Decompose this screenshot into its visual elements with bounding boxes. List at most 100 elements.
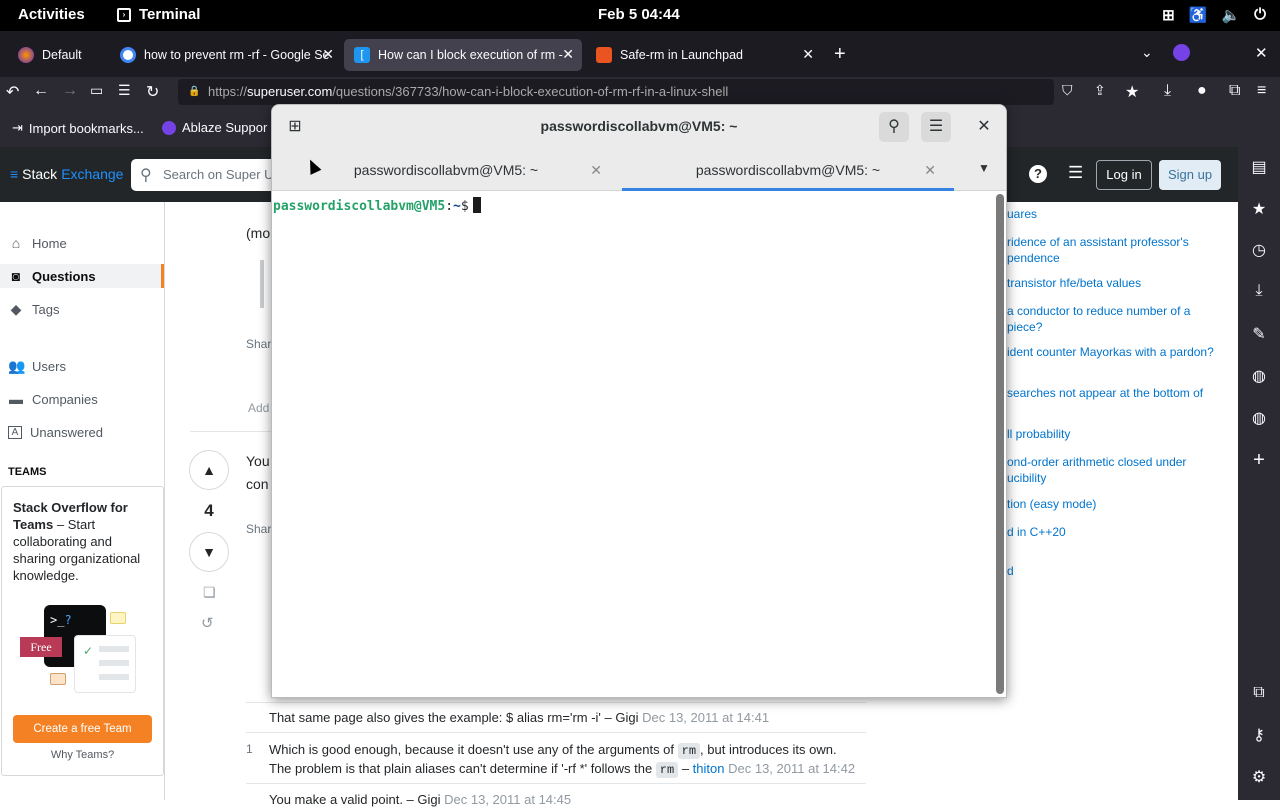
why-teams-link[interactable]: Why Teams? — [2, 749, 163, 761]
menu-icon[interactable]: ≡ — [1257, 82, 1266, 100]
sidebar-globe-icon[interactable]: ◍ — [1249, 366, 1269, 386]
nav-label: Home — [32, 235, 67, 251]
window-close-icon[interactable]: ✕ — [1255, 44, 1268, 62]
terminal-output[interactable]: passwordiscollabvm@VM5:~$ — [272, 192, 996, 697]
bookmarks-menu-icon[interactable]: ☰ — [118, 82, 131, 99]
left-sidebar: ⌂ Home ◙ Questions ◆ Tags 👥 Users ▬ Companies… — [0, 202, 165, 800]
close-tab-icon[interactable]: ✕ — [802, 46, 814, 63]
bookmark-import[interactable]: ⇥ Import bookmarks... — [12, 120, 144, 136]
bookmark-icon[interactable]: ❏ — [203, 584, 216, 601]
sidebar-bookmarks-icon[interactable]: ★ — [1249, 199, 1269, 219]
add-comment-link[interactable]: Add — [248, 401, 269, 415]
terminal-close-button[interactable]: ✕ — [969, 112, 999, 142]
terminal-header-bar[interactable]: ⊞ passwordiscollabvm@VM5: ~ ⚲ ☰ ✕ — [272, 105, 1006, 149]
share-link[interactable]: Shar — [246, 337, 271, 351]
nav-label: Tags — [32, 301, 60, 317]
login-button[interactable]: Log in — [1096, 160, 1152, 190]
help-icon[interactable]: ? — [1029, 165, 1047, 183]
hot-question-link[interactable]: tion (easy mode) — [1007, 497, 1227, 513]
nav-tags[interactable]: ◆ Tags — [8, 297, 60, 321]
list-tabs-icon[interactable]: ⌄ — [1141, 44, 1153, 61]
reload-icon[interactable]: ↻ — [146, 82, 159, 102]
sidebar-downloads-icon[interactable]: ⤓ — [1249, 282, 1269, 302]
tab-list-icon[interactable]: ▼ — [978, 161, 990, 175]
forward-icon[interactable]: → — [62, 82, 78, 100]
reader-view-icon[interactable]: ▭ — [90, 82, 103, 99]
sidebar-history-icon[interactable]: ◷ — [1249, 240, 1269, 260]
close-tab-icon[interactable]: ✕ — [924, 149, 936, 191]
browser-tab-google[interactable]: how to prevent rm -rf - Google Se ✕ — [110, 39, 342, 71]
back-icon[interactable]: ← — [33, 82, 49, 100]
hot-question-link[interactable]: transistor hfe/beta values — [1007, 276, 1227, 292]
nav-companies[interactable]: ▬ Companies — [8, 387, 98, 411]
downloads-icon[interactable]: ⤓ — [1164, 82, 1171, 100]
account-icon[interactable] — [1173, 44, 1190, 61]
bookmark-ablaze[interactable]: Ablaze Suppor — [162, 120, 267, 135]
nav-unanswered[interactable]: A Unanswered — [8, 420, 103, 444]
close-tab-icon[interactable]: ✕ — [562, 46, 574, 63]
close-icon: ✕ — [977, 118, 991, 135]
terminal-scrollbar[interactable] — [996, 194, 1004, 694]
hot-question-link[interactable]: ident counter Mayorkas with a pardon? — [1007, 345, 1227, 361]
url-bar[interactable]: 🔒 https://superuser.com/questions/367733… — [178, 79, 1054, 105]
terminal-tab-1[interactable]: passwordiscollabvm@VM5: ~ ✕ — [272, 149, 620, 191]
comment-code: rm — [655, 762, 679, 778]
stackexchange-logo[interactable]: ≡ Stack Exchange — [10, 166, 123, 182]
close-tab-icon[interactable]: ✕ — [322, 46, 334, 63]
extensions-icon[interactable]: ⧉ — [1229, 82, 1240, 100]
create-team-button[interactable]: Create a free Team — [13, 715, 152, 743]
sidebar-extension-icon[interactable]: ⧉ — [1249, 684, 1269, 704]
hot-question-link[interactable]: a conductor to reduce number of a piece? — [1007, 304, 1227, 335]
comment-date[interactable]: Dec 13, 2011 at 14:41 — [642, 710, 769, 725]
new-tab-icon[interactable]: + — [834, 43, 846, 66]
hot-question-link[interactable]: d in C++20 — [1007, 525, 1227, 541]
teams-checklist-graphic: ✓ — [74, 635, 136, 693]
comment-code: rm — [677, 743, 701, 759]
sidebar-edit-icon[interactable]: ✎ — [1249, 324, 1269, 344]
accessibility-icon: ♿ — [1188, 7, 1208, 24]
sidebar-panel-icon[interactable]: ▤ — [1249, 157, 1269, 177]
share-icon[interactable]: ⇪ — [1094, 82, 1106, 99]
sidebar-settings-icon[interactable]: ⚙ — [1249, 767, 1269, 787]
comment-user-link[interactable]: thiton — [693, 761, 725, 776]
undo-close-icon[interactable]: ↶ — [6, 82, 19, 102]
tracking-protection-icon[interactable]: ⛉ — [1062, 82, 1073, 99]
url-host: superuser.com — [247, 84, 333, 99]
nav-users[interactable]: 👥 Users — [8, 354, 66, 378]
sidebar-add-icon[interactable]: + — [1249, 449, 1269, 471]
tab-label: How can I block execution of rm - — [378, 48, 563, 62]
hot-question-link[interactable]: d — [1007, 564, 1227, 580]
site-search-input[interactable]: ⚲ Search on Super U — [131, 159, 276, 191]
terminal-search-button[interactable]: ⚲ — [879, 112, 909, 142]
bookmark-star-icon[interactable]: ★ — [1125, 82, 1139, 102]
history-icon[interactable]: ↺ — [201, 614, 214, 632]
clock[interactable]: Feb 5 04:44 — [598, 6, 680, 23]
profile-icon[interactable]: ● — [1197, 82, 1207, 100]
browser-profile-tab[interactable]: Default — [8, 39, 108, 71]
upvote-button[interactable]: ▲ — [189, 450, 229, 490]
terminal-tab-2[interactable]: passwordiscollabvm@VM5: ~ ✕ — [622, 149, 954, 191]
app-menu[interactable]: › Terminal — [117, 6, 200, 23]
activities-button[interactable]: Activities — [18, 6, 85, 23]
hot-question-link[interactable]: uares — [1007, 207, 1227, 223]
nav-questions[interactable]: ◙ Questions — [0, 264, 164, 288]
hot-question-link[interactable]: searches not appear at the bottom of — [1007, 386, 1227, 402]
share-link[interactable]: Shar — [246, 522, 271, 536]
url-path: /questions/367733/how-can-i-block-execut… — [332, 84, 729, 99]
close-tab-icon[interactable]: ✕ — [590, 149, 602, 191]
terminal-menu-button[interactable]: ☰ — [921, 112, 951, 142]
browser-tab-launchpad[interactable]: Safe-rm in Launchpad ✕ — [586, 39, 822, 71]
system-tray[interactable]: ⊞ ♿ 🔈 ⏻ — [1162, 6, 1266, 24]
hot-question-link[interactable]: ll probability — [1007, 427, 1227, 443]
browser-tab-superuser[interactable]: [ How can I block execution of rm - ✕ — [344, 39, 582, 71]
comment-date[interactable]: Dec 13, 2011 at 14:42 — [728, 761, 855, 776]
hot-question-link[interactable]: ond-order arithmetic closed under ucibil… — [1007, 455, 1227, 486]
signup-button[interactable]: Sign up — [1159, 160, 1221, 190]
downvote-button[interactable]: ▼ — [189, 532, 229, 572]
nav-home[interactable]: ⌂ Home — [8, 231, 67, 255]
sidebar-key-icon[interactable]: ⚷ — [1249, 725, 1269, 745]
hot-question-link[interactable]: ridence of an assistant professor's pend… — [1007, 235, 1227, 266]
site-switcher-icon[interactable]: ☰ — [1068, 163, 1083, 183]
sidebar-globe-icon[interactable]: ◍ — [1249, 408, 1269, 428]
firefox-icon — [18, 47, 34, 63]
